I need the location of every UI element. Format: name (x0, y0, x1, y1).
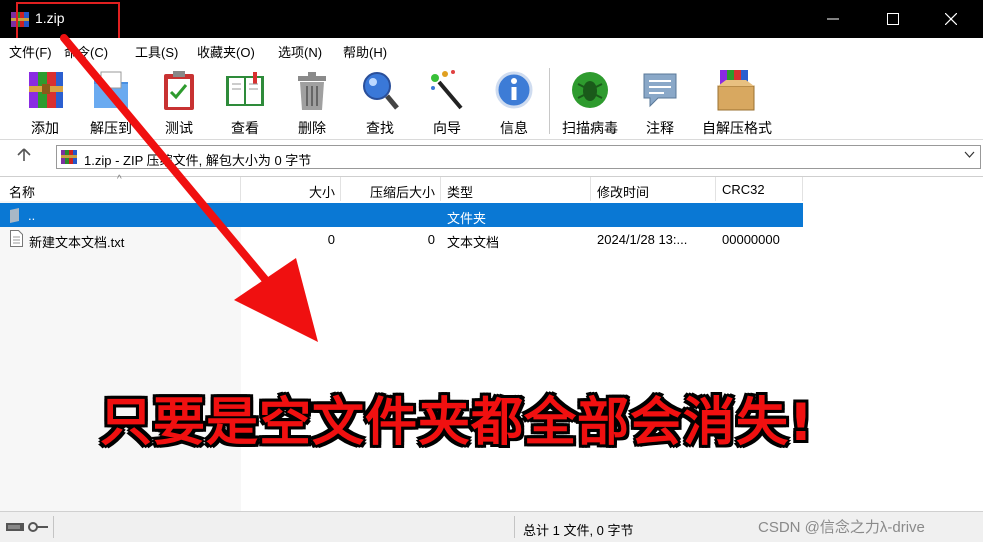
text-file-icon (10, 230, 23, 247)
trash-icon (298, 72, 326, 110)
menu-file[interactable]: 文件(F) (9, 42, 52, 61)
column-header-size[interactable]: 大小 (241, 177, 341, 201)
row-crc32: 00000000 (722, 232, 780, 247)
find-label: 查找 (366, 120, 394, 136)
wizard-wand-icon (431, 70, 463, 110)
menu-options[interactable]: 选项(N) (278, 42, 322, 61)
extract-to-icon (94, 71, 128, 108)
arrow-up-icon (17, 148, 31, 161)
status-summary: 总计 1 文件, 0 字节 (523, 523, 634, 538)
comment-icon (643, 73, 677, 108)
title-highlight-box (16, 2, 120, 42)
menu-bar: 文件(F) 命令(C) 工具(S) 收藏夹(O) 选项(N) 帮助(H) (0, 38, 983, 62)
table-row[interactable]: .. 文件夹 (0, 203, 803, 227)
watermark: CSDN @信念之力λ-drive (758, 519, 925, 536)
virus-scan-label: 扫描病毒 (562, 120, 618, 136)
test-button[interactable]: 测试 (148, 66, 210, 136)
extract-to-button[interactable]: 解压到 (80, 66, 142, 136)
column-header-name[interactable]: ^ 名称 (0, 174, 241, 201)
annotation-caption: 只要是空文件夹都全部会消失! (100, 393, 814, 453)
add-archive-icon (29, 72, 63, 108)
test-clipboard-icon (164, 71, 194, 110)
view-button[interactable]: 查看 (214, 66, 276, 136)
info-button[interactable]: 信息 (483, 66, 545, 136)
status-divider (514, 516, 515, 538)
view-book-icon (226, 72, 264, 106)
column-header-crc32[interactable]: CRC32 (716, 177, 803, 201)
menu-help[interactable]: 帮助(H) (343, 42, 387, 61)
file-list: ^ 名称 大小 压缩后大小 类型 修改时间 CRC32 .. 文件夹 新建文本文… (0, 174, 983, 511)
sfx-box-icon (717, 70, 755, 111)
status-bar: 总计 1 文件, 0 字节 CSDN @信念之力λ-drive (0, 511, 983, 542)
row-size: 0 (327, 232, 335, 247)
address-combobox[interactable]: 1.zip - ZIP 压缩文件, 解包大小为 0 字节 (56, 145, 981, 169)
drive-key-icon (6, 522, 48, 532)
address-row: 1.zip - ZIP 压缩文件, 解包大小为 0 字节 (0, 140, 983, 174)
toolbar: 添加 解压到 测试 查看 删除 查找 向导 信息 扫描病毒 注释 自解压格式 (0, 62, 983, 140)
delete-label: 删除 (298, 120, 326, 136)
up-folder-button[interactable] (14, 147, 34, 167)
comment-button[interactable]: 注释 (629, 66, 691, 136)
virus-scan-button[interactable]: 扫描病毒 (559, 66, 621, 136)
row-packed: 0 (427, 232, 435, 247)
minimize-button[interactable] (808, 0, 858, 38)
minimize-icon (827, 18, 839, 20)
comment-label: 注释 (646, 120, 674, 136)
row-type: 文本文档 (447, 235, 500, 250)
row-modified: 2024/1/28 13:... (597, 232, 688, 247)
chevron-down-icon[interactable] (964, 149, 975, 163)
menu-favorites[interactable]: 收藏夹(O) (197, 42, 255, 61)
sfx-button[interactable]: 自解压格式 (702, 66, 772, 136)
menu-commands[interactable]: 命令(C) (64, 42, 108, 61)
maximize-icon (887, 13, 899, 25)
wizard-label: 向导 (433, 120, 461, 136)
row-name: 新建文本文档.txt (29, 235, 125, 250)
toolbar-separator (549, 68, 550, 134)
address-text: 1.zip - ZIP 压缩文件, 解包大小为 0 字节 (84, 153, 312, 168)
wizard-button[interactable]: 向导 (416, 66, 478, 136)
test-label: 测试 (165, 120, 193, 136)
parent-folder-icon (10, 208, 19, 223)
title-bar: 1.zip (0, 0, 983, 42)
info-icon (495, 71, 533, 109)
menu-tools[interactable]: 工具(S) (135, 42, 178, 61)
column-header-modified[interactable]: 修改时间 (591, 177, 716, 201)
zip-archive-icon (61, 150, 77, 164)
status-divider (53, 516, 54, 538)
delete-button[interactable]: 删除 (281, 66, 343, 136)
maximize-button[interactable] (868, 0, 918, 38)
add-button[interactable]: 添加 (14, 66, 76, 136)
sort-ascending-icon: ^ (117, 174, 122, 185)
column-header-type[interactable]: 类型 (441, 177, 591, 201)
info-label: 信息 (500, 120, 528, 136)
close-icon (945, 13, 957, 25)
extract-to-label: 解压到 (90, 120, 132, 136)
row-name: .. (28, 208, 36, 223)
virus-scan-icon (572, 72, 608, 108)
view-label: 查看 (231, 120, 259, 136)
table-row[interactable]: 新建文本文档.txt 0 0 文本文档 2024/1/28 13:... 000… (0, 227, 803, 251)
close-button[interactable] (926, 0, 976, 38)
find-button[interactable]: 查找 (349, 66, 411, 136)
sfx-label: 自解压格式 (702, 120, 772, 136)
add-label: 添加 (31, 120, 59, 136)
column-header-packed[interactable]: 压缩后大小 (341, 177, 441, 201)
row-type: 文件夹 (447, 211, 487, 226)
find-magnifier-icon (363, 72, 399, 110)
